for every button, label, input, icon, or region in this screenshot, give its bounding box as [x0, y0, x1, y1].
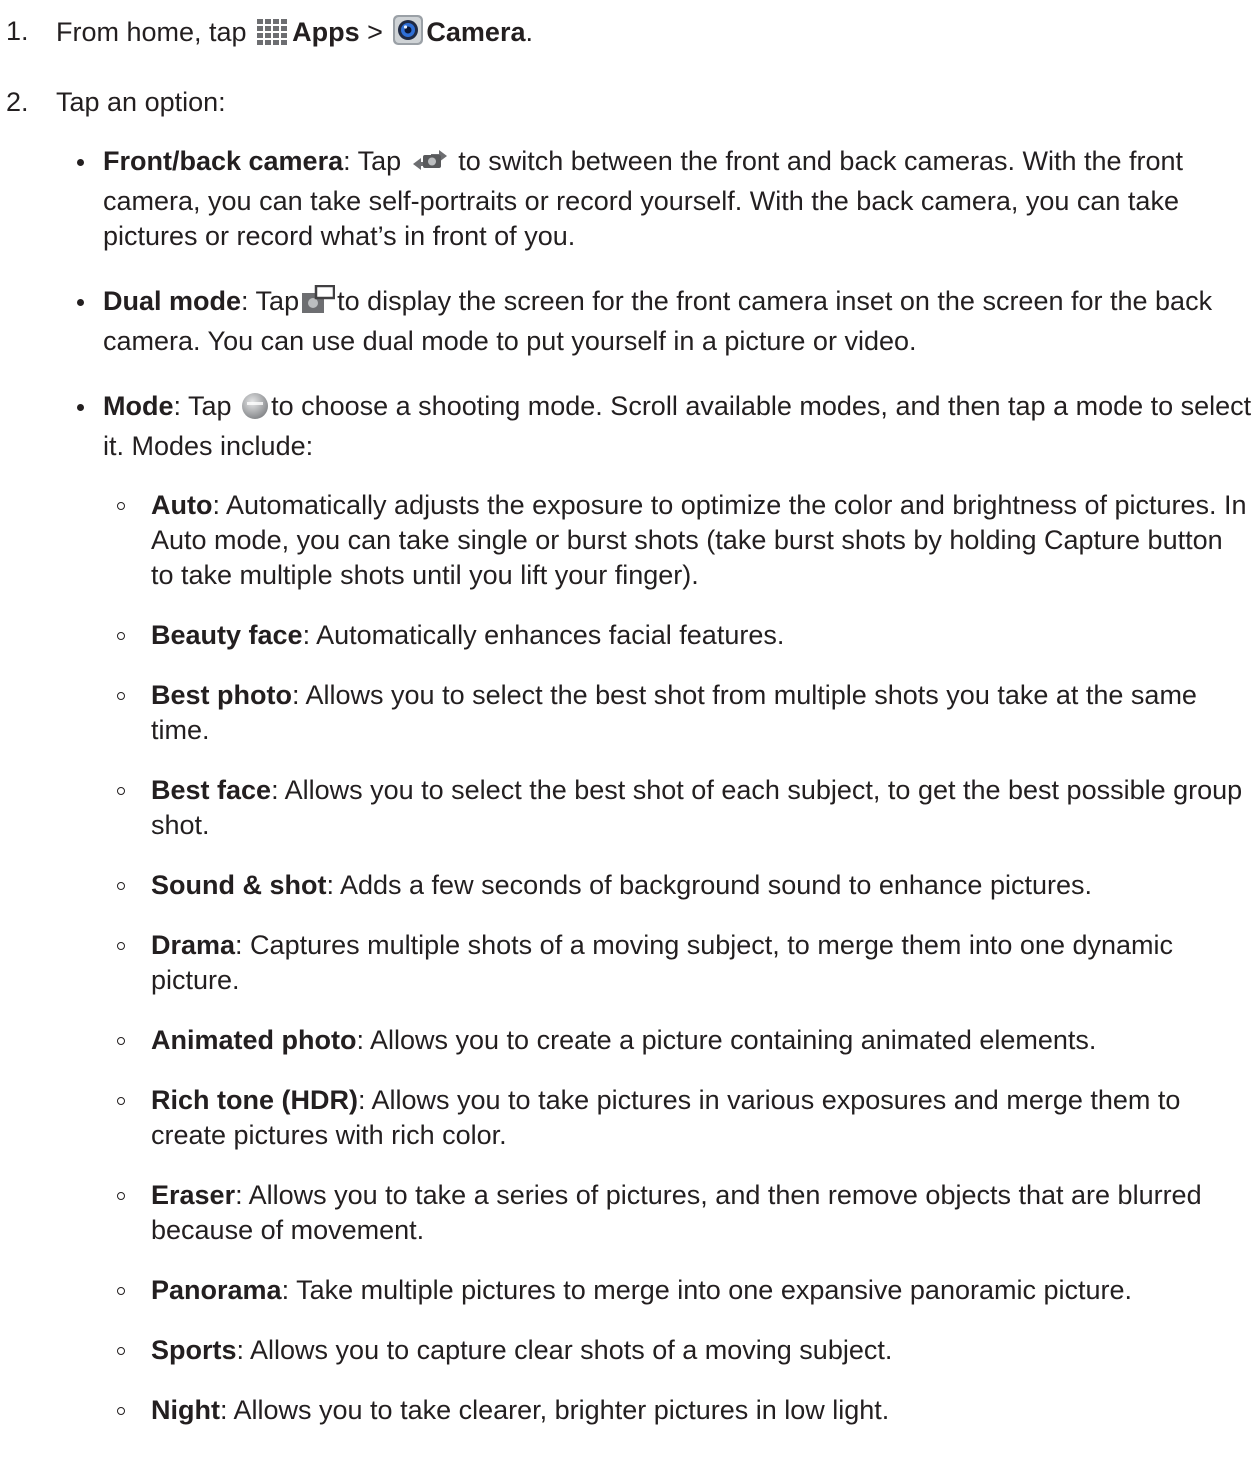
option-list: Front/back camera: Tap to switch between… — [56, 144, 1253, 1428]
mode-item-beauty-face: Beauty face: Automatically enhances faci… — [103, 618, 1251, 653]
mode-term: Best photo — [151, 680, 292, 710]
mode-desc: : Take multiple pictures to merge into o… — [281, 1275, 1133, 1305]
sub-bullet-marker — [117, 1287, 125, 1295]
mode-item-drama: Drama: Captures multiple shots of a movi… — [103, 928, 1251, 998]
sub-bullet-marker — [117, 942, 125, 950]
mode-term: Animated photo — [151, 1025, 357, 1055]
sub-bullet-marker — [117, 1192, 125, 1200]
mode-item-sound-shot: Sound & shot: Adds a few seconds of back… — [103, 868, 1251, 903]
menu-separator: > — [367, 17, 383, 47]
sub-bullet-marker — [117, 1037, 125, 1045]
mode-item-eraser: Eraser: Allows you to take a series of p… — [103, 1178, 1251, 1248]
sub-bullet-marker — [117, 1097, 125, 1105]
sub-bullet-marker — [117, 632, 125, 640]
sub-bullet-marker — [117, 1347, 125, 1355]
bullet-marker — [77, 299, 84, 306]
mode-desc: : Allows you to create a picture contain… — [356, 1025, 1097, 1055]
camera-label: Camera — [426, 17, 526, 47]
mode-term: Panorama — [151, 1275, 282, 1305]
camera-app-icon — [392, 14, 424, 55]
mode-term: Rich tone (HDR) — [151, 1085, 358, 1115]
option-tap: : Tap — [173, 391, 232, 421]
document: 1. From home, tap Apps > Camera. 2. Tap … — [0, 0, 1253, 1458]
sub-bullet-marker — [117, 692, 125, 700]
dual-camera-icon — [301, 284, 336, 324]
option-desc: to choose a shooting mode. Scroll availa… — [103, 391, 1252, 461]
mode-desc: : Captures multiple shots of a moving su… — [151, 930, 1174, 995]
mode-item-sports: Sports: Allows you to capture clear shot… — [103, 1333, 1251, 1368]
mode-desc: : Automatically enhances facial features… — [302, 620, 785, 650]
mode-term: Eraser — [151, 1180, 236, 1210]
bullet-marker — [77, 404, 84, 411]
step-1-prefix: From home, tap — [56, 17, 247, 47]
mode-desc: : Allows you to capture clear shots of a… — [236, 1335, 893, 1365]
mode-item-night: Night: Allows you to take clearer, brigh… — [103, 1393, 1251, 1428]
step-1-suffix: . — [525, 17, 533, 47]
option-term: Front/back camera — [103, 146, 344, 176]
sub-bullet-marker — [117, 882, 125, 890]
option-dual-mode: Dual mode: Tap to display the screen for… — [56, 284, 1253, 359]
option-front-back-camera: Front/back camera: Tap to switch between… — [56, 144, 1253, 254]
bullet-marker — [77, 159, 84, 166]
step-number: 1. — [6, 16, 29, 46]
mode-desc: : Allows you to take clearer, brighter p… — [219, 1395, 890, 1425]
mode-item-panorama: Panorama: Take multiple pictures to merg… — [103, 1273, 1251, 1308]
mode-term: Auto — [151, 490, 213, 520]
mode-desc: : Adds a few seconds of background sound… — [326, 870, 1092, 900]
option-tap: : Tap — [241, 286, 300, 316]
mode-desc: : Allows you to select the best shot fro… — [151, 680, 1197, 745]
mode-item-animated-photo: Animated photo: Allows you to create a p… — [103, 1023, 1251, 1058]
step-2: 2. Tap an option: Front/back camera: Tap… — [0, 85, 1253, 1428]
mode-term: Night — [151, 1395, 220, 1425]
switch-camera-icon — [411, 147, 449, 184]
mode-item-auto: Auto: Automatically adjusts the exposure… — [103, 488, 1251, 593]
mode-desc: : Automatically adjusts the exposure to … — [151, 490, 1247, 590]
apps-label: Apps — [292, 17, 360, 47]
mode-term: Best face — [151, 775, 272, 805]
mode-term: Sports — [151, 1335, 237, 1365]
option-term: Dual mode — [103, 286, 242, 316]
mode-term: Drama — [151, 930, 236, 960]
mode-item-rich-tone: Rich tone (HDR): Allows you to take pict… — [103, 1083, 1251, 1153]
option-term: Mode — [103, 391, 174, 421]
mode-list: Auto: Automatically adjusts the exposure… — [103, 488, 1253, 1428]
mode-item-best-photo: Best photo: Allows you to select the bes… — [103, 678, 1251, 748]
mode-desc: : Allows you to select the best shot of … — [151, 775, 1243, 840]
step-1: 1. From home, tap Apps > Camera. — [0, 14, 1253, 55]
sub-bullet-marker — [117, 1407, 125, 1415]
step-number: 2. — [6, 87, 29, 117]
sub-bullet-marker — [117, 502, 125, 510]
mode-button-icon — [241, 392, 269, 429]
sub-bullet-marker — [117, 787, 125, 795]
option-tap: : Tap — [343, 146, 402, 176]
mode-item-best-face: Best face: Allows you to select the best… — [103, 773, 1251, 843]
apps-grid-icon — [256, 18, 291, 55]
option-mode: Mode: Tap to choose a shooting mode. Scr… — [56, 389, 1253, 1428]
mode-desc: : Allows you to take a series of picture… — [151, 1180, 1202, 1245]
mode-term: Beauty face — [151, 620, 303, 650]
mode-term: Sound & shot — [151, 870, 327, 900]
step-2-text: Tap an option: — [56, 87, 226, 117]
